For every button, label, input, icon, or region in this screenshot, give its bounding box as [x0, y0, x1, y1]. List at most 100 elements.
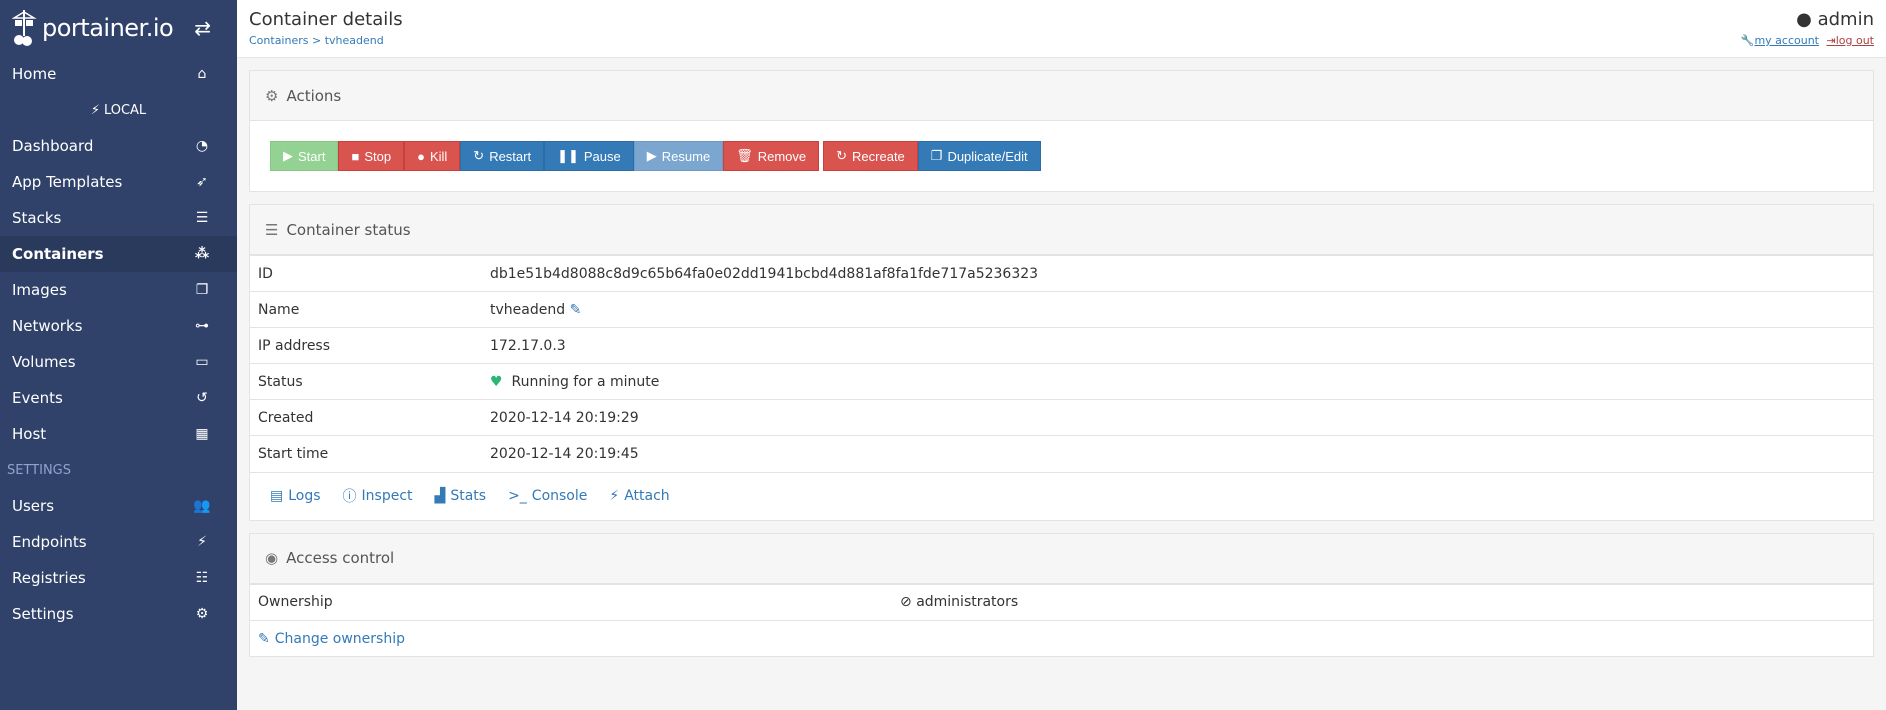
name-label: Name	[250, 291, 482, 328]
pause-icon: ❚❚	[557, 148, 579, 163]
edit-name-icon[interactable]: ✎	[570, 302, 582, 318]
status-cell: ♥ Running for a minute	[482, 363, 1873, 400]
sidebar-item-images[interactable]: Images ❐	[0, 272, 237, 308]
stop-button[interactable]: ■ Stop	[338, 141, 405, 171]
access-control-widget: ◉ Access control Ownership ⊘ administrat…	[249, 532, 1874, 657]
database-icon: ☷	[195, 570, 209, 586]
actions-widget: ⚙ Actions ▶ Start ■ Stop ● Kill ↻ Restart ❚❚…	[249, 70, 1874, 192]
name-cell: tvheadend ✎	[482, 291, 1873, 328]
plug-icon: ⚡	[197, 534, 207, 550]
sidebar: portainer.io ⇄ Home ⌂ ⚡ LOCAL Dashboard …	[0, 0, 237, 710]
container-status-header: ☰ Container status	[250, 205, 1873, 255]
user-links: 🔧my account ⇥log out	[1741, 34, 1874, 47]
actions-header: ⚙ Actions	[250, 71, 1873, 121]
duplicate-edit-button[interactable]: ❐ Duplicate/Edit	[917, 141, 1041, 171]
access-control-title: Access control	[286, 549, 395, 567]
rocket-icon: ➶	[196, 174, 208, 190]
top-bar: Container details Containers > tvheadend…	[237, 0, 1886, 58]
portainer-crane-icon	[12, 10, 37, 46]
container-status-table: ID db1e51b4d8088c8d9c65b64fa0e02dd1941bc…	[250, 255, 1873, 472]
user-name: ● admin	[1796, 9, 1874, 30]
sidebar-item-containers[interactable]: Containers ⁂	[0, 236, 237, 272]
refresh-icon: ↻	[473, 148, 485, 163]
pause-button[interactable]: ❚❚ Pause	[544, 141, 634, 171]
ownership-value: administrators	[916, 594, 1019, 611]
plug-icon: ⚡	[90, 102, 100, 118]
ip-label: IP address	[250, 327, 482, 364]
info-circle-icon: ⓘ	[342, 489, 357, 505]
wrench-icon: 🔧	[1740, 34, 1755, 47]
refresh-icon: ↻	[836, 148, 848, 163]
sidebar-item-registries[interactable]: Registries ☷	[0, 560, 237, 596]
home-icon: ⌂	[197, 66, 207, 82]
sidebar-item-settings[interactable]: Settings ⚙	[0, 596, 237, 632]
eye-icon: ◉	[265, 549, 279, 567]
breadcrumb: Containers > tvheadend	[249, 34, 403, 47]
sidebar-item-endpoints[interactable]: Endpoints ⚡	[0, 524, 237, 560]
log-out-link[interactable]: ⇥log out	[1827, 34, 1875, 47]
kill-button[interactable]: ● Kill	[404, 141, 461, 171]
sidebar-item-dashboard[interactable]: Dashboard ◔	[0, 128, 237, 164]
table-row: ID db1e51b4d8088c8d9c65b64fa0e02dd1941bc…	[250, 255, 1873, 292]
trash-icon: 🗑	[736, 148, 753, 163]
sidebar-item-label: Home	[12, 65, 57, 83]
sidebar-item-stacks[interactable]: Stacks ☰	[0, 200, 237, 236]
ownership-label: Ownership	[250, 583, 892, 620]
play-icon: ▶	[646, 148, 657, 163]
cubes-icon: ⁂	[194, 246, 210, 262]
restart-button[interactable]: ↻ Restart	[460, 141, 545, 171]
inspect-link[interactable]: ⓘ Inspect	[343, 486, 413, 506]
id-value: db1e51b4d8088c8d9c65b64fa0e02dd1941bcbd4…	[482, 255, 1873, 292]
container-status-widget: ☰ Container status ID db1e51b4d8088c8d9c…	[249, 204, 1874, 521]
ownership-cell: ⊘ administrators	[892, 583, 1873, 620]
my-account-link[interactable]: my account	[1754, 34, 1819, 47]
stats-link[interactable]: ▟ Stats	[435, 488, 487, 504]
start-button[interactable]: ▶ Start	[270, 141, 339, 171]
sidebar-item-host[interactable]: Host ▦	[0, 416, 237, 452]
table-row: Status ♥ Running for a minute	[250, 363, 1873, 400]
table-row: Start time 2020-12-14 20:19:45	[250, 435, 1873, 472]
table-row: Created 2020-12-14 20:19:29	[250, 399, 1873, 436]
tachometer-icon: ◔	[195, 138, 209, 154]
ip-value: 172.17.0.3	[482, 327, 1873, 364]
area-chart-icon: ▟	[434, 488, 446, 504]
clone-icon: ❐	[195, 282, 209, 298]
content: ⚙ Actions ▶ Start ■ Stop ● Kill ↻ Restart ❚❚…	[237, 70, 1886, 657]
container-status-title: Container status	[286, 220, 411, 239]
user-circle-icon: ●	[1796, 9, 1812, 30]
recreate-button[interactable]: ↻ Recreate	[823, 141, 918, 171]
breadcrumb-containers-link[interactable]: Containers	[249, 34, 309, 47]
list-icon: ☰	[195, 210, 209, 226]
page-title: Container details	[249, 9, 403, 30]
portainer-logo[interactable]: portainer.io	[12, 8, 174, 48]
settings-section-header: SETTINGS	[7, 462, 72, 478]
eye-slash-icon: ⊘	[900, 594, 912, 611]
history-icon: ↺	[196, 390, 208, 406]
play-icon: ▶	[283, 148, 293, 163]
main-area: Container details Containers > tvheadend…	[237, 0, 1886, 710]
edit-icon: ✎	[258, 630, 270, 647]
sidebar-item-networks[interactable]: Networks ⊶	[0, 308, 237, 344]
table-row: IP address 172.17.0.3	[250, 327, 1873, 364]
toggle-sidebar-icon[interactable]: ⇄	[194, 16, 211, 40]
remove-button[interactable]: 🗑 Remove	[723, 141, 820, 171]
sidebar-item-volumes[interactable]: Volumes ▭	[0, 344, 237, 380]
access-control-table: Ownership ⊘ administrators	[250, 583, 1873, 620]
attach-link[interactable]: ⚡ Attach	[609, 488, 669, 504]
name-value: tvheadend	[490, 301, 566, 318]
change-ownership-link[interactable]: ✎ Change ownership	[250, 620, 1873, 656]
sidebar-item-app-templates[interactable]: App Templates ➶	[0, 164, 237, 200]
file-icon: ▤	[270, 488, 284, 504]
status-label: Status	[250, 363, 482, 400]
sidebar-item-home[interactable]: Home ⌂	[0, 56, 237, 92]
console-link[interactable]: >_ Console	[508, 488, 587, 504]
logs-link[interactable]: ▤ Logs	[270, 488, 321, 504]
plug-icon: ⚡	[609, 488, 620, 504]
user-menu: ● admin 🔧my account ⇥log out	[1741, 9, 1874, 48]
server-icon: ☰	[265, 220, 279, 239]
terminal-icon: >_	[508, 488, 527, 504]
sidebar-item-users[interactable]: Users 👥	[0, 488, 237, 524]
resume-button[interactable]: ▶ Resume	[633, 141, 724, 171]
breadcrumb-separator: >	[308, 34, 325, 47]
sidebar-item-events[interactable]: Events ↺	[0, 380, 237, 416]
